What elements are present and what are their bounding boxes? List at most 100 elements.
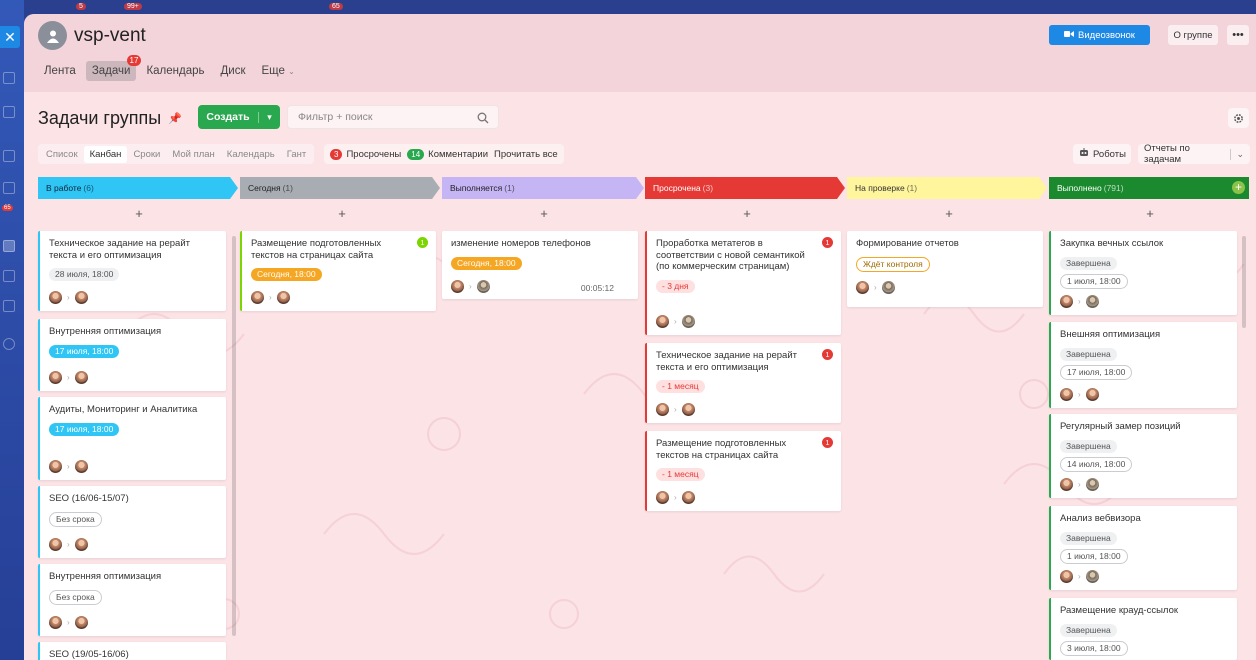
task-card[interactable]: Внутренняя оптимизация 17 июля, 18:00 › [38,319,226,391]
add-task-button[interactable]: + [943,206,955,221]
nav-more[interactable]: Еще ⌄ [256,61,301,81]
avatar[interactable] [49,291,62,304]
avatar[interactable] [1085,478,1099,491]
task-card[interactable]: изменение номеров телефонов Сегодня, 18:… [442,231,638,299]
add-task-button[interactable]: + [133,206,145,221]
deadline-pill[interactable]: Сегодня, 18:00 [451,256,522,270]
deadline-pill[interactable]: Сегодня, 18:00 [251,268,322,281]
nav-feed[interactable]: Лента [38,61,82,81]
status-pill[interactable]: Ждёт контроля [856,256,930,272]
more-menu-button[interactable]: ••• [1227,25,1249,45]
deadline-pill[interactable]: 17 июля, 18:00 [49,344,120,358]
deadline-pill[interactable]: - 3 дня [656,279,695,293]
avatar[interactable] [49,371,62,384]
deadline-pill[interactable]: 1 июля, 18:00 [1060,548,1128,564]
avatar[interactable] [74,538,88,551]
avatar[interactable] [74,291,88,304]
avatar[interactable] [49,616,62,629]
task-card[interactable]: Закупка вечных ссылок Завершена 1 июля, … [1049,231,1237,315]
avatar[interactable] [681,403,695,416]
avatar[interactable] [1085,295,1099,308]
avatar[interactable] [856,281,869,294]
add-task-button[interactable]: + [538,206,550,221]
avatar[interactable] [74,616,88,629]
deadline-pill[interactable]: - 1 месяц [656,468,705,481]
avatar[interactable] [49,460,62,473]
view-calendar[interactable]: Календарь [221,146,281,163]
column-header-today[interactable]: Сегодня (1) [240,177,440,199]
avatar[interactable] [656,403,669,416]
group-avatar-icon[interactable] [38,21,67,50]
deadline-pill[interactable]: Без срока [49,511,102,527]
task-card[interactable]: Размещение подготовленных текстов на стр… [645,431,841,511]
deadline-pill[interactable]: 17 июля, 18:00 [1060,364,1133,380]
avatar[interactable] [276,291,290,304]
avatar[interactable] [74,371,88,384]
about-group-button[interactable]: О группе [1168,25,1218,45]
avatar[interactable] [1060,570,1073,583]
robots-button[interactable]: Роботы [1073,144,1131,164]
create-button[interactable]: Создать ▾ [198,105,280,129]
task-card[interactable]: Размещение крауд-ссылок Завершена 3 июля… [1049,598,1237,660]
column-header-overdue[interactable]: Просрочена (3) [645,177,845,199]
view-my-plan[interactable]: Мой план [166,146,220,163]
external-link-icon[interactable] [3,72,15,84]
task-card[interactable]: Техническое задание на рерайт текста и е… [645,343,841,423]
task-card[interactable]: SEO (16/06-15/07) Без срока › [38,486,226,558]
avatar[interactable] [656,315,669,328]
column-scrollbar[interactable] [1242,236,1246,328]
view-gantt[interactable]: Гант [281,146,313,163]
filter-search-input[interactable]: Фильтр + поиск [287,105,499,129]
avatar[interactable] [1085,570,1099,583]
avatar[interactable] [74,460,88,473]
deadline-pill[interactable]: - 1 месяц [656,380,705,393]
pin-icon[interactable]: 📌 [168,112,182,125]
chevron-down-icon[interactable]: ▾ [258,111,280,123]
avatar[interactable] [656,491,669,504]
nav-disk[interactable]: Диск [215,61,252,81]
link-icon[interactable] [3,106,15,118]
task-card[interactable]: Формирование отчетов Ждёт контроля › [847,231,1043,307]
add-column-button[interactable]: + [1232,181,1245,194]
comments-counter[interactable]: 14 Комментарии [407,148,488,160]
task-card[interactable]: Размещение подготовленных текстов на стр… [240,231,436,311]
column-header-done[interactable]: Выполнено (791) [1049,177,1249,199]
avatar[interactable] [451,280,464,293]
avatar[interactable] [1060,478,1073,491]
task-card[interactable]: Регулярный замер позиций Завершена 14 ию… [1049,414,1237,498]
nav-tasks[interactable]: Задачи 17 [85,55,142,81]
avatar[interactable] [681,315,695,328]
group-title[interactable]: vsp-vent [74,25,146,47]
add-task-button[interactable]: + [336,206,348,221]
task-card[interactable]: Анализ вебвизора Завершена 1 июля, 18:00… [1049,506,1237,590]
avatar[interactable] [1060,295,1073,308]
deadline-pill[interactable]: Без срока [49,589,102,605]
chevron-down-icon[interactable]: ⌄ [1230,148,1244,160]
grid-icon[interactable] [3,270,15,282]
column-header-in-work[interactable]: В работе (6) [38,177,238,199]
read-all-button[interactable]: Прочитать все [494,149,558,160]
add-task-button[interactable]: + [1144,206,1156,221]
gear-icon[interactable] [1228,108,1249,128]
deadline-pill[interactable]: 17 июля, 18:00 [49,422,120,436]
avatar[interactable] [476,280,490,293]
deadline-pill[interactable]: 3 июля, 18:00 [1060,640,1128,656]
view-kanban[interactable]: Канбан [83,145,128,163]
column-scrollbar[interactable] [232,236,236,636]
avatar[interactable] [1085,388,1099,401]
column-header-review[interactable]: На проверке (1) [847,177,1047,199]
column-header-doing[interactable]: Выполняется (1) [442,177,644,199]
view-deadlines[interactable]: Сроки [127,146,166,163]
avatar[interactable] [881,281,895,294]
view-list[interactable]: Список [40,146,84,163]
check-icon[interactable] [3,300,15,312]
deadline-pill[interactable]: 1 июля, 18:00 [1060,273,1128,289]
close-icon[interactable]: ✕ [0,26,20,48]
video-call-button[interactable]: Видеозвонок [1049,25,1150,45]
task-card[interactable]: SEO (19/05-16/06) [38,642,226,660]
task-card[interactable]: Техническое задание на рерайт текста и е… [38,231,226,311]
add-task-button[interactable]: + [741,206,753,221]
nav-calendar[interactable]: Календарь [140,61,210,81]
settings-icon[interactable] [3,338,15,350]
task-card[interactable]: Аудиты, Мониторинг и Аналитика 17 июля, … [38,397,226,480]
